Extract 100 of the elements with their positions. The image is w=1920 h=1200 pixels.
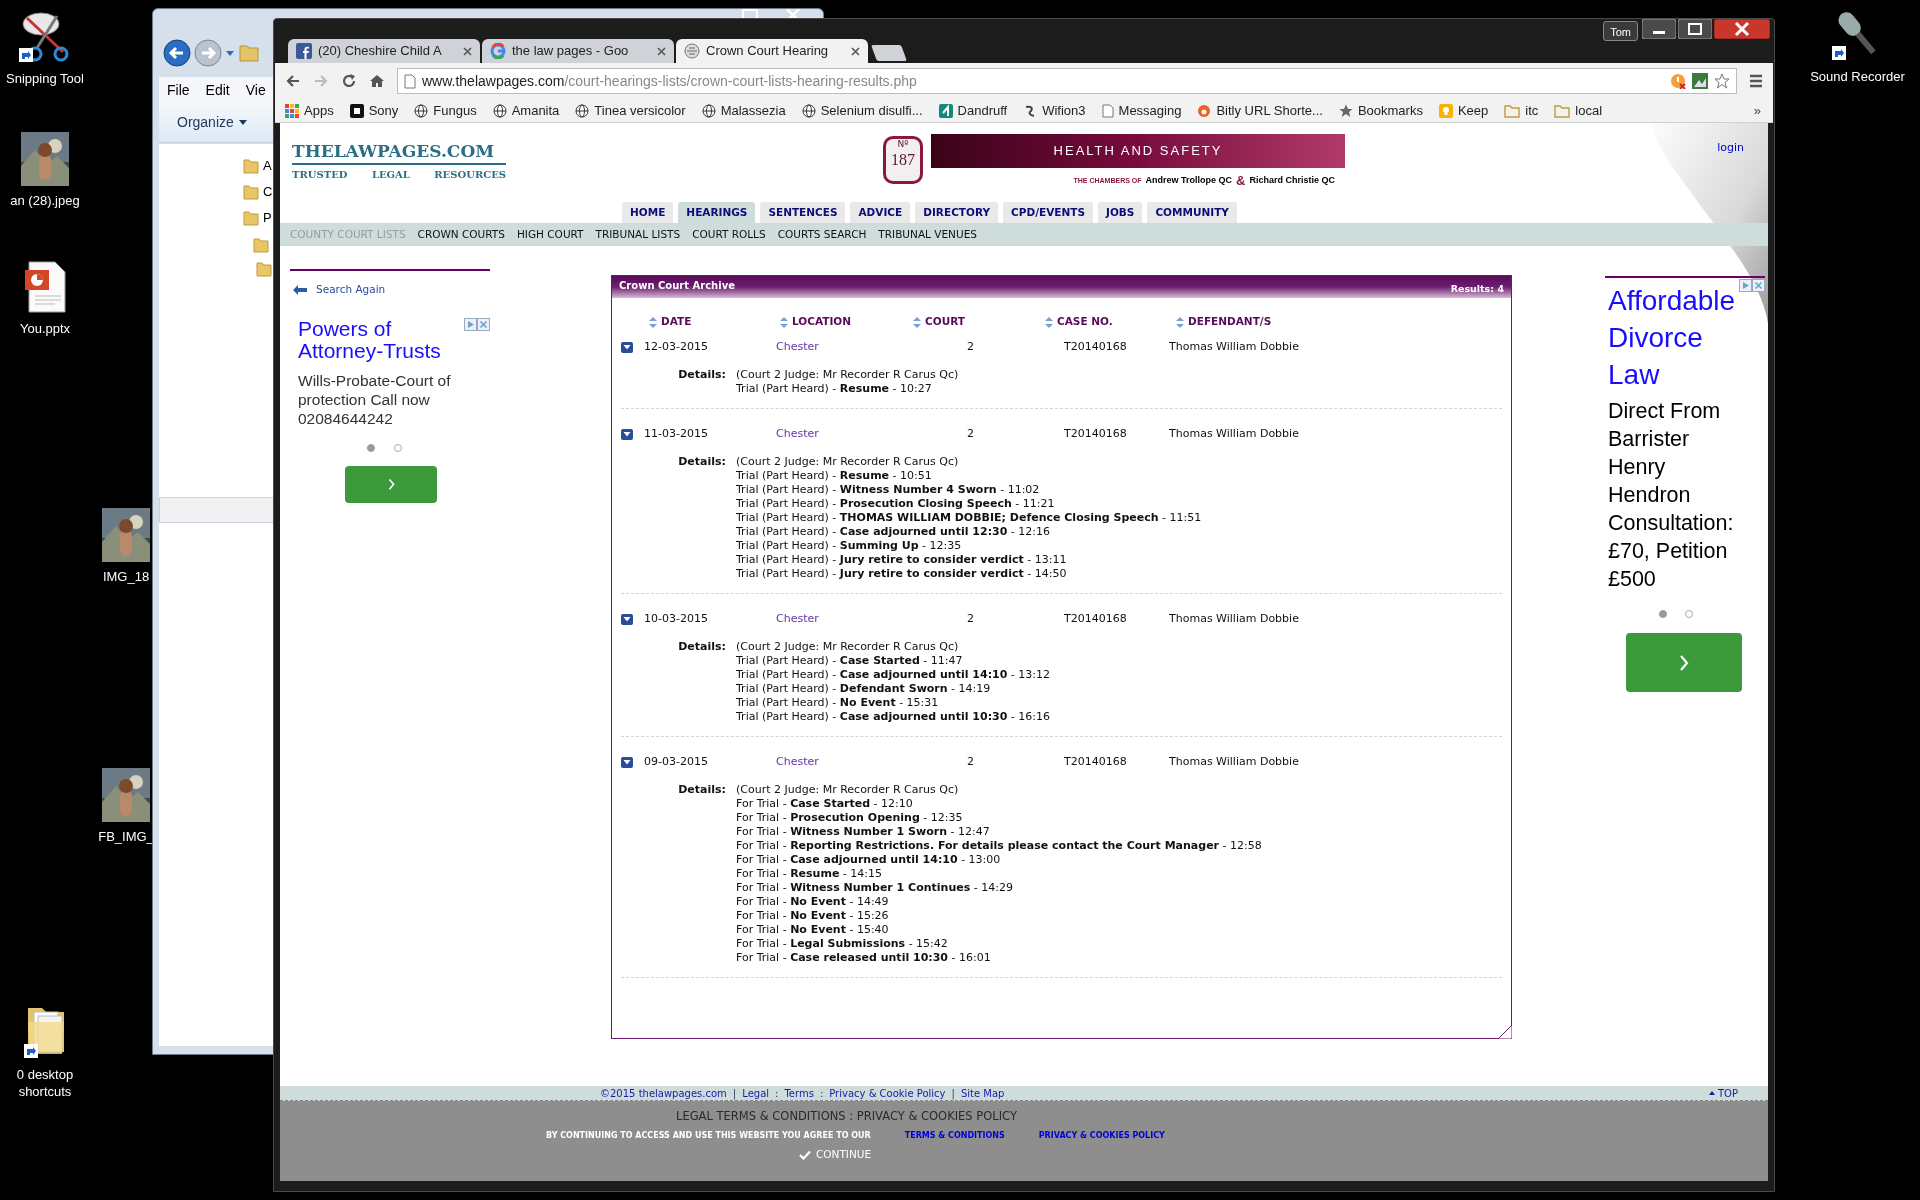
profile-button[interactable]: Tom — [1603, 21, 1638, 41]
star-icon[interactable] — [1714, 73, 1730, 89]
icon-label[interactable]: Snipping Tool — [6, 70, 84, 87]
subnav-link[interactable]: COURT ROLLS — [692, 226, 766, 243]
menu-item[interactable]: File — [167, 79, 190, 101]
bookmark-item[interactable]: Fungus — [414, 100, 477, 121]
document-icon[interactable] — [23, 260, 67, 314]
more-bookmarks-button[interactable]: » — [1753, 100, 1761, 121]
back-to-top-link[interactable]: TOP — [1709, 1085, 1738, 1101]
back-icon[interactable] — [285, 73, 301, 89]
icon-label[interactable]: IMG_18 — [102, 568, 150, 585]
organize-button[interactable]: Organize — [177, 112, 247, 133]
bookmark-item[interactable]: Wifion3 — [1023, 100, 1086, 121]
tree-item[interactable]: C — [263, 182, 273, 202]
ad-title-link[interactable]: Powers of Attorney-Trusts — [298, 317, 458, 362]
browser-tab[interactable]: (20) Cheshire Child A — [288, 39, 480, 63]
icon-label[interactable]: FB_IMG_ — [98, 828, 154, 845]
home-icon[interactable] — [369, 73, 385, 89]
nav-tab[interactable]: DIRECTORY — [915, 202, 999, 223]
back-icon[interactable] — [163, 39, 191, 67]
nav-tab[interactable]: JOBS — [1098, 202, 1143, 223]
nav-tab[interactable]: SENTENCES — [760, 202, 846, 223]
close-icon[interactable] — [1714, 19, 1770, 39]
tree-item[interactable]: P — [263, 208, 272, 228]
icon-label[interactable]: Sound Recorder — [1810, 68, 1905, 85]
detail-line: Trial (Part Heard) - Jury retire to consider verdict - 14:50 — [736, 567, 1068, 581]
icon-label[interactable]: You.pptx — [19, 320, 71, 337]
nav-tab[interactable]: HOME — [622, 202, 674, 223]
maximize-icon[interactable] — [740, 9, 760, 19]
nav-tab[interactable]: HEARINGS — [678, 202, 756, 223]
footer-link[interactable]: Privacy & Cookie Policy — [829, 1085, 946, 1101]
menu-item[interactable]: Edit — [205, 79, 230, 101]
minimize-icon[interactable] — [1642, 19, 1676, 39]
bookmark-item[interactable]: Sony — [349, 100, 399, 121]
maximize-icon[interactable] — [1678, 19, 1712, 39]
sort-icon[interactable] — [913, 316, 921, 328]
bookmark-item[interactable]: Keep — [1438, 100, 1489, 121]
bookmark-item[interactable]: Bitly URL Shorte... — [1197, 100, 1323, 121]
bookmark-item[interactable]: Messaging — [1101, 100, 1182, 121]
nav-tab[interactable]: CPD/EVENTS — [1003, 202, 1093, 223]
icon-label[interactable]: an (28).jpeg — [10, 192, 80, 209]
address-bar[interactable]: www.thelawpages.com/court-hearings-lists/crown-court-lists-hearing-results.php — [397, 68, 1737, 94]
subnav-link[interactable]: TRIBUNAL VENUES — [878, 226, 977, 243]
expand-toggle-icon[interactable] — [621, 756, 633, 768]
tree-item[interactable]: A — [263, 156, 272, 176]
expand-toggle-icon[interactable] — [621, 613, 633, 625]
bookmark-item[interactable]: Malassezia — [701, 100, 786, 121]
bookmark-item[interactable]: itc — [1504, 100, 1539, 121]
location-link[interactable]: Chester — [776, 753, 926, 771]
column-header[interactable]: COURT — [925, 314, 965, 330]
footer-link[interactable]: Legal — [742, 1085, 770, 1101]
ad-title-link[interactable]: Affordable Divorce Law — [1608, 282, 1753, 393]
extension-icon[interactable] — [1670, 73, 1686, 89]
sort-icon[interactable] — [780, 316, 788, 328]
nav-tab[interactable]: ADVICE — [850, 202, 911, 223]
location-link[interactable]: Chester — [776, 338, 926, 356]
bookmark-item[interactable]: Selenium disulfi... — [801, 100, 923, 121]
icon-label[interactable]: 0 desktop shortcuts — [0, 1066, 90, 1100]
bookmark-item[interactable]: Dandruff — [938, 100, 1008, 121]
subnav-link[interactable]: COURTS SEARCH — [777, 226, 867, 243]
bookmark-item[interactable]: Amanita — [492, 100, 560, 121]
ad-choices-icon[interactable] — [464, 317, 490, 331]
expand-toggle-icon[interactable] — [621, 428, 633, 440]
expand-toggle-icon[interactable] — [621, 341, 633, 353]
subnav-link[interactable]: CROWN COURTS — [417, 226, 505, 243]
menu-item[interactable]: Vie — [245, 79, 266, 101]
browser-tab[interactable]: Crown Court Hearing — [676, 39, 868, 63]
caret-icon[interactable] — [225, 49, 235, 57]
reload-icon[interactable] — [341, 73, 357, 89]
close-icon[interactable] — [463, 46, 472, 56]
next-button[interactable] — [345, 465, 437, 503]
bookmark-item[interactable]: local — [1554, 100, 1603, 121]
login-link[interactable]: login — [1717, 140, 1744, 157]
extension-icon[interactable] — [1692, 73, 1708, 89]
close-icon[interactable] — [851, 46, 860, 56]
subnav-link[interactable]: HIGH COURT — [516, 226, 584, 243]
location-link[interactable]: Chester — [776, 425, 926, 443]
close-icon[interactable] — [657, 46, 666, 56]
menu-icon[interactable] — [1749, 74, 1763, 88]
bookmark-item[interactable]: Tinea versicolor — [575, 100, 686, 121]
subnav-link[interactable]: TRIBUNAL LISTS — [595, 226, 681, 243]
new-tab-button[interactable] — [871, 45, 907, 61]
nav-tab[interactable]: COMMUNITY — [1147, 202, 1237, 223]
column-header[interactable]: DATE — [661, 314, 692, 330]
site-logo[interactable]: THELAWPAGES.COM — [292, 139, 506, 165]
sort-icon[interactable] — [649, 316, 657, 328]
sort-icon[interactable] — [1045, 316, 1053, 328]
bookmark-item[interactable]: Bookmarks — [1338, 100, 1423, 121]
bookmark-item[interactable]: Apps — [285, 100, 334, 121]
footer-link[interactable]: Site Map — [960, 1085, 1005, 1101]
footer-link[interactable]: Terms — [784, 1085, 814, 1101]
location-link[interactable]: Chester — [776, 610, 926, 628]
column-header[interactable]: DEFENDANT/S — [1188, 314, 1272, 330]
sort-icon[interactable] — [1176, 316, 1184, 328]
footer-link[interactable]: ©2015 thelawpages.com — [600, 1085, 727, 1101]
column-header[interactable]: CASE NO. — [1057, 314, 1113, 330]
column-header[interactable]: LOCATION — [792, 314, 852, 330]
search-again-link[interactable]: Search Again — [292, 282, 490, 298]
browser-tab[interactable]: the law pages - Goo — [482, 39, 674, 63]
close-icon[interactable] — [783, 9, 803, 19]
